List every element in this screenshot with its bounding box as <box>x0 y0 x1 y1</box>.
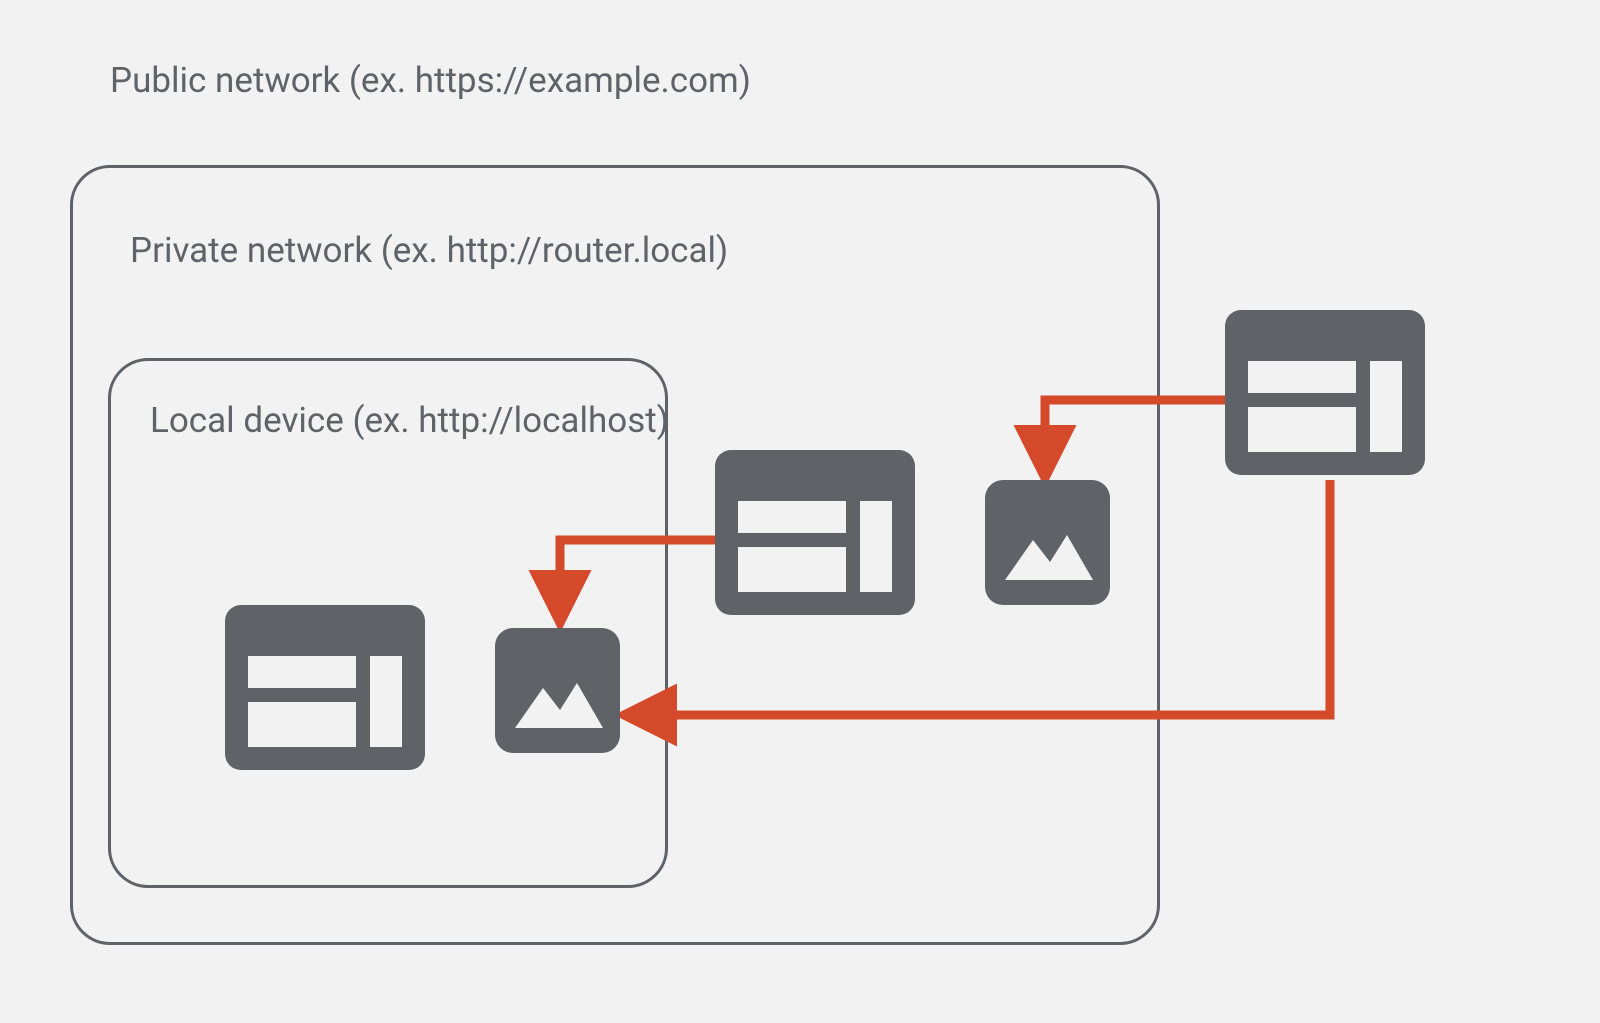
label-private-network: Private network (ex. http://router.local… <box>130 230 728 271</box>
browser-icon-public <box>1225 310 1425 475</box>
image-icon-local <box>495 628 620 753</box>
image-icon-private <box>985 480 1110 605</box>
browser-icon-local <box>225 605 425 770</box>
label-public-network: Public network (ex. https://example.com) <box>110 60 751 101</box>
browser-icon-private <box>715 450 915 615</box>
label-local-device: Local device (ex. http://localhost) <box>150 400 669 441</box>
